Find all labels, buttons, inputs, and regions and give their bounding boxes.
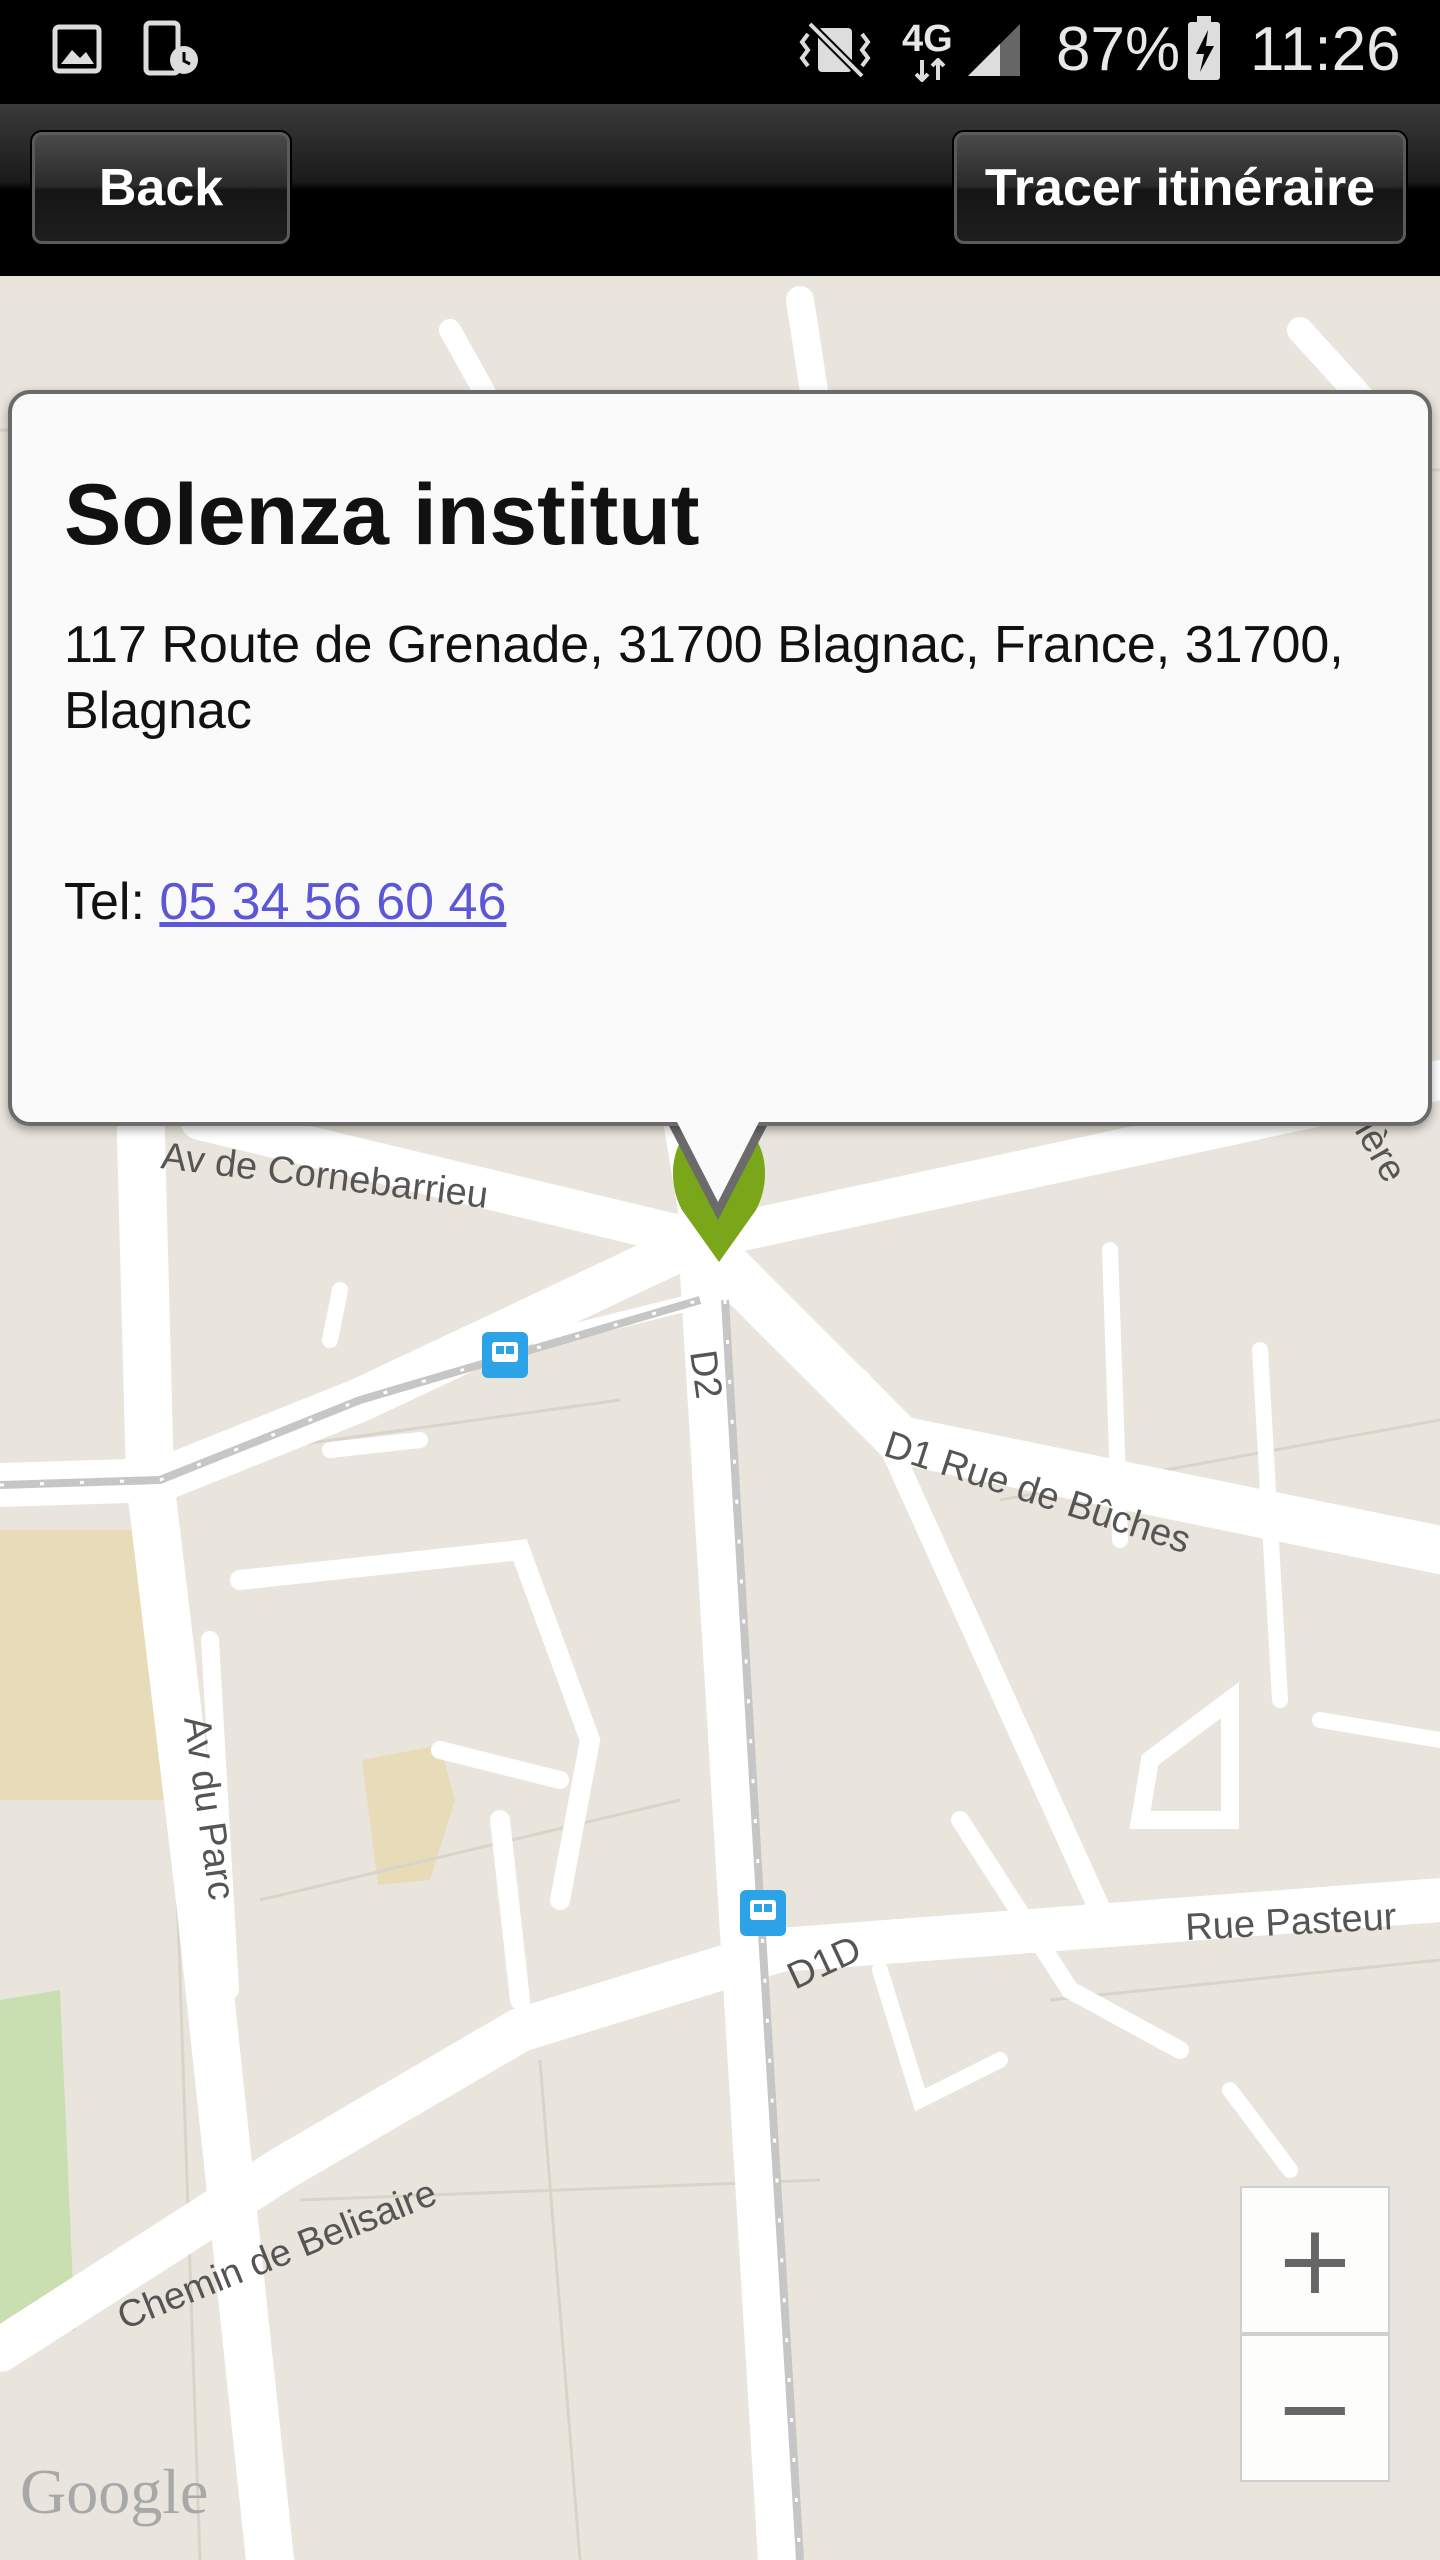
battery-charging-icon [1188,16,1220,80]
action-bar: Back Tracer itinéraire [0,104,1440,276]
gallery-icon [52,24,102,74]
phone-link[interactable]: 05 34 56 60 46 [159,873,506,931]
data-arrows-icon [914,58,946,82]
zoom-out-button[interactable]: − [1240,2334,1390,2482]
place-address: 117 Route de Grenade, 31700 Blagnac, Fra… [64,616,1344,740]
vibrate-mute-icon [799,21,871,79]
route-button[interactable]: Tracer itinéraire [954,132,1406,244]
street-label-d2: D2 [681,1347,729,1401]
network-type: 4G [902,18,953,60]
back-button[interactable]: Back [32,132,290,244]
google-logo: Google [20,2456,209,2527]
clock: 11:26 [1250,15,1401,84]
zoom-in-button[interactable]: + [1240,2186,1390,2334]
place-info-popup[interactable]: Solenza institut 117 Route de Grenade, 3… [8,390,1432,1126]
tram-stop-icon[interactable] [482,1332,528,1378]
phone-row: Tel: 05 34 56 60 46 [64,872,506,932]
phone-label: Tel: [64,873,160,931]
tram-stop-icon[interactable] [740,1890,786,1936]
signal-icon [968,24,1020,76]
place-name: Solenza institut [64,467,700,563]
device-clock-icon [143,20,198,76]
popup-tail-inner [676,1120,760,1202]
battery-percent: 87% [1056,15,1181,84]
status-bar: 4G 87% 11:26 [0,0,1440,104]
